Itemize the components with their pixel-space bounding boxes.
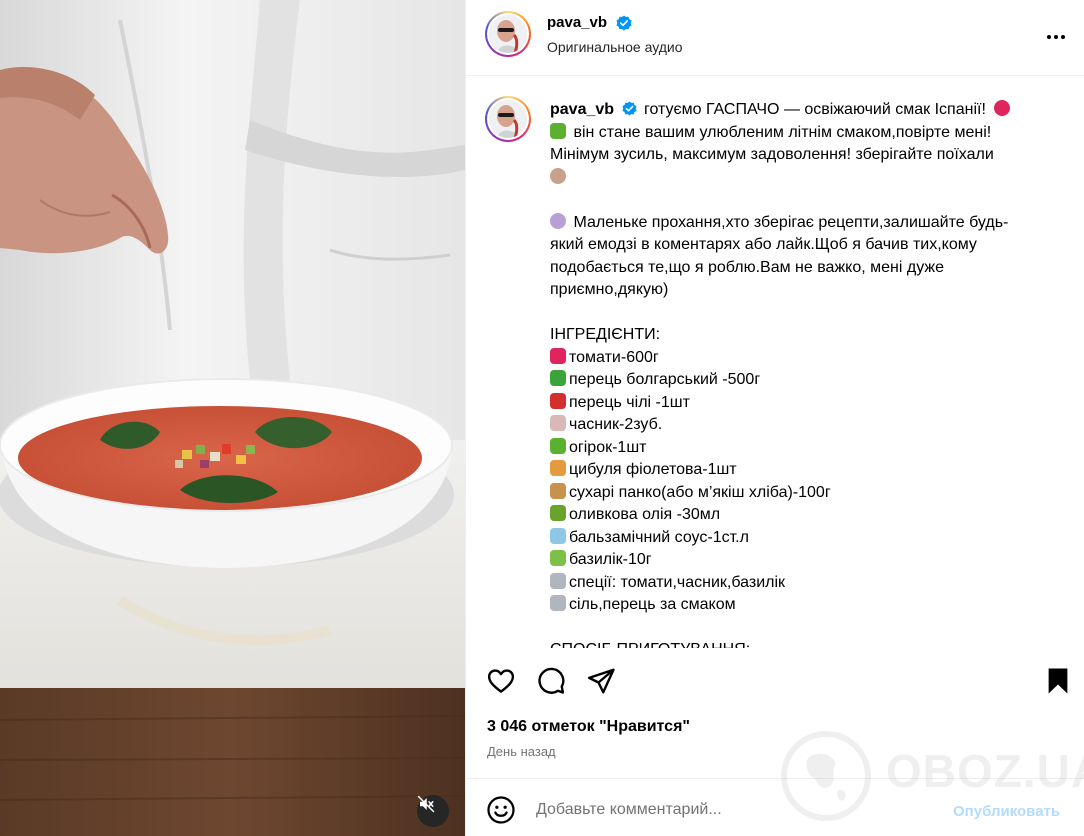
ingredient-text: бальзамічний соус-1ст.л xyxy=(569,528,749,546)
ingredient-text: часник-2зуб. xyxy=(569,416,663,433)
verified-badge-icon xyxy=(621,101,637,116)
ingredient-emoji-icon xyxy=(550,595,566,611)
more-options-button[interactable] xyxy=(1044,25,1068,49)
ingredient-item: базилік-10г xyxy=(550,549,1060,572)
ingredient-text: цибуля фіолетова-1шт xyxy=(569,461,737,478)
ingredient-emoji-icon xyxy=(550,437,566,454)
caption-author-avatar[interactable] xyxy=(485,96,531,142)
profile-photo-icon xyxy=(489,15,527,53)
more-dot-icon xyxy=(1061,35,1065,39)
caption-username[interactable]: pava_vb xyxy=(550,101,614,118)
comment-input[interactable] xyxy=(536,797,936,823)
muted-speaker-icon xyxy=(417,795,435,813)
ingredient-item: спеції: томати,часник,базилік xyxy=(550,572,1060,595)
ingredients-title: ІНГРЕДІЄНТИ: xyxy=(550,326,661,343)
ingredient-item: сухарі панко(або м’якіш хліба)-100г xyxy=(550,482,1060,505)
ingredient-text: томати-600г xyxy=(569,348,659,366)
caption-intro-line: Мінімум зусиль, максимум задоволення! зб… xyxy=(550,146,994,163)
ingredient-item: томати-600г xyxy=(550,347,1060,370)
caption-intro-line: готуємо ГАСПАЧО — освіжаючий смак Іспані… xyxy=(643,101,986,118)
ok-hand-emoji-icon xyxy=(550,167,566,184)
ingredient-item: огірок-1шт xyxy=(550,437,1060,460)
publish-comment-button[interactable]: Опубликовать xyxy=(953,803,1060,820)
caption-request-line: який емодзі в коментарях або лайк.Щоб я … xyxy=(550,236,977,253)
like-heart-icon[interactable] xyxy=(486,666,516,696)
caption-request-line: приємно,дякую) xyxy=(550,281,669,298)
author-username[interactable]: pava_vb xyxy=(547,14,607,31)
post-panel: pava_vb Оригинальное аудио pava_vb готує… xyxy=(465,0,1084,836)
original-audio-link[interactable]: Оригинальное аудио xyxy=(547,39,683,55)
profile-photo-icon xyxy=(489,100,527,138)
tomato-emoji-icon xyxy=(994,100,1011,116)
ingredient-item: перець чілі -1шт xyxy=(550,392,1060,415)
post-header: pava_vb Оригинальное аудио xyxy=(466,0,1084,76)
ingredient-item: перець болгарський -500г xyxy=(550,369,1060,392)
mute-toggle-button[interactable] xyxy=(417,795,449,827)
comment-bubble-icon[interactable] xyxy=(536,666,566,696)
post-timestamp[interactable]: День назад xyxy=(487,744,556,759)
ingredient-text: сухарі панко(або м’якіш хліба)-100г xyxy=(569,483,831,501)
emoji-picker-icon[interactable] xyxy=(486,795,516,825)
share-paper-plane-icon[interactable] xyxy=(586,666,616,696)
more-dot-icon xyxy=(1047,35,1051,39)
ingredient-emoji-icon xyxy=(550,392,566,409)
ingredient-text: базилік-10г xyxy=(569,551,652,568)
ingredient-text: сіль,перець за смаком xyxy=(569,596,736,613)
ingredient-emoji-icon xyxy=(550,370,566,386)
ingredient-text: перець болгарський -500г xyxy=(569,371,761,388)
praying-hands-emoji-icon xyxy=(550,212,566,229)
ingredient-emoji-icon xyxy=(550,415,566,431)
comment-bar: Опубликовать xyxy=(466,778,1084,836)
video-frame xyxy=(0,0,465,836)
verified-badge-icon xyxy=(616,15,632,31)
post-actions: 3 046 отметок "Нравится" День назад xyxy=(466,648,1084,778)
post-video[interactable] xyxy=(0,0,465,836)
ingredient-text: оливкова олія -30мл xyxy=(569,506,721,523)
ingredient-emoji-icon xyxy=(550,550,566,566)
ingredient-text: огірок-1шт xyxy=(569,438,647,456)
saved-bookmark-icon[interactable] xyxy=(1043,666,1073,696)
caption-request-line: Маленьке прохання,хто зберігає рецепти,з… xyxy=(573,213,1009,231)
ingredient-list: томати-600г перець болгарський -500г перец… xyxy=(550,347,1060,617)
ingredient-item: сіль,перець за смаком xyxy=(550,594,1060,617)
cucumber-emoji-icon xyxy=(550,122,566,139)
caption-text: pava_vb готуємо ГАСПАЧО — освіжаючий сма… xyxy=(550,99,1060,648)
method-title: СПОСІБ ПРИГОТУВАННЯ: xyxy=(550,639,1060,648)
ingredient-emoji-icon xyxy=(550,347,566,364)
caption-intro-line: він стане вашим улюбленим літнім смаком,… xyxy=(573,123,992,141)
caption-scroll-area[interactable]: pava_vb готуємо ГАСПАЧО — освіжаючий сма… xyxy=(466,77,1084,648)
ingredient-emoji-icon xyxy=(550,482,566,499)
ingredient-emoji-icon xyxy=(550,460,566,476)
ingredient-emoji-icon xyxy=(550,572,566,589)
ingredient-emoji-icon xyxy=(550,527,566,544)
more-dot-icon xyxy=(1054,35,1058,39)
ingredient-item: оливкова олія -30мл xyxy=(550,504,1060,527)
likes-count[interactable]: 3 046 отметок "Нравится" xyxy=(487,718,690,736)
ingredient-text: перець чілі -1шт xyxy=(569,393,690,411)
author-avatar[interactable] xyxy=(485,11,531,57)
ingredient-item: часник-2зуб. xyxy=(550,414,1060,437)
caption-request-line: подобається те,що я роблю.Вам не важко, … xyxy=(550,258,944,276)
ingredient-item: цибуля фіолетова-1шт xyxy=(550,459,1060,482)
ingredient-text: спеції: томати,часник,базилік xyxy=(569,573,786,591)
ingredient-emoji-icon xyxy=(550,505,566,521)
ingredient-item: бальзамічний соус-1ст.л xyxy=(550,527,1060,550)
